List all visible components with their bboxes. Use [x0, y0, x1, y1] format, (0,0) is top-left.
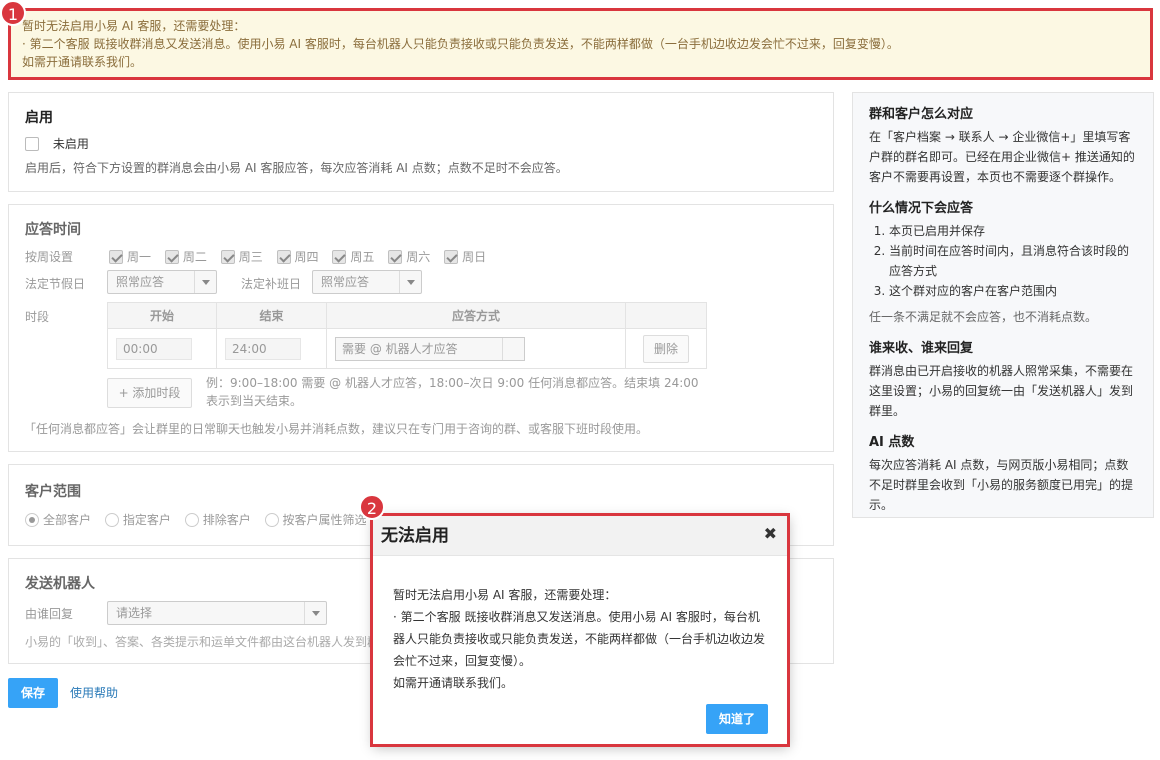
modal-line2: · 第二个客服 既接收群消息又发送消息。使用小易 AI 客服时，每台机器人只能负… — [393, 610, 766, 668]
day-mon[interactable]: 周一 — [109, 250, 151, 264]
day-thu[interactable]: 周四 — [276, 250, 319, 264]
robot-select-value: 请选择 — [116, 606, 153, 620]
radio-exclude[interactable]: 排除客户 — [184, 513, 251, 527]
alert-line3: 如需开通请联系我们。 — [22, 55, 143, 69]
day-tue[interactable]: 周二 — [164, 250, 207, 264]
workday-select[interactable]: 照常应答 — [312, 270, 422, 294]
robot-title: 发送机器人 — [25, 576, 95, 592]
end-time-input[interactable]: 24:00 — [225, 337, 301, 360]
checkbox-icon[interactable] — [25, 137, 39, 151]
help-text-2: 任一条不满足就不会应答，也不消耗点数。 — [869, 310, 1098, 324]
radio-specified[interactable]: 指定客户 — [104, 513, 171, 527]
table-header-row: 开始 结束 应答方式 — [107, 302, 707, 329]
radio-selected-icon[interactable] — [25, 513, 39, 527]
marker-1: 1 — [0, 0, 26, 26]
period-table: 开始 结束 应答方式 00:00 24:00 需要 @ 机器人才应答 删除 — [107, 302, 707, 369]
workday-label: 法定补班日 — [241, 277, 302, 291]
help-text-1: 在「客户档案 → 联系人 → 企业微信+」里填写客户群的群名即可。已经在用企业微… — [869, 130, 1135, 184]
list-item: 当前时间在应答时间内，且消息符合该时段的应答方式 — [889, 241, 1137, 281]
workday-select-value: 照常应答 — [321, 275, 370, 289]
help-text-4: 每次应答消耗 AI 点数，与网页版小易相同；点数不足时群里会收到「小易的服务额度… — [869, 458, 1134, 512]
help-panel: 群和客户怎么对应 在「客户档案 → 联系人 → 企业微信+」里填写客户群的群名即… — [852, 92, 1154, 518]
add-period-button[interactable]: + 添加时段 — [107, 378, 192, 408]
checkbox-checked-icon[interactable] — [332, 250, 347, 264]
holiday-select[interactable]: 照常应答 — [107, 270, 217, 294]
alert-line2: · 第二个客服 既接收群消息又发送消息。使用小易 AI 客服时，每台机器人只能负… — [22, 37, 899, 51]
close-icon[interactable]: ✖ — [764, 524, 777, 543]
holiday-label: 法定节假日 — [25, 277, 86, 291]
radio-icon[interactable] — [264, 513, 279, 527]
chevron-down-icon — [194, 271, 216, 293]
radio-icon[interactable] — [184, 513, 199, 527]
chevron-down-icon — [399, 271, 421, 293]
scope-radios: 全部客户 指定客户 排除客户 按客户属性筛选 — [25, 511, 367, 528]
table-row: 00:00 24:00 需要 @ 机器人才应答 删除 — [107, 328, 707, 369]
robot-label: 由谁回复 — [25, 607, 74, 621]
alert-line1: 暂时无法启用小易 AI 客服，还需要处理： — [22, 19, 246, 33]
day-sat[interactable]: 周六 — [388, 250, 430, 264]
help-list: 本页已启用并保存 当前时间在应答时间内，且消息符合该时段的应答方式 这个群对应的… — [889, 221, 1137, 301]
help-heading-2: 什么情况下会应答 — [869, 201, 974, 216]
help-heading-1: 群和客户怎么对应 — [869, 107, 974, 122]
delete-button[interactable]: 删除 — [642, 334, 689, 363]
list-item: 这个群对应的客户在客户范围内 — [889, 281, 1137, 301]
mode-select[interactable]: 需要 @ 机器人才应答 — [335, 336, 525, 361]
col-action — [625, 302, 707, 329]
weekday-label: 按周设置 — [25, 250, 74, 264]
mode-select-value: 需要 @ 机器人才应答 — [342, 341, 458, 356]
period-label: 时段 — [25, 310, 50, 324]
chevron-down-icon — [304, 602, 326, 624]
modal-title: 无法启用 — [381, 526, 449, 546]
day-fri[interactable]: 周五 — [332, 250, 374, 264]
warning-alert: 暂时无法启用小易 AI 客服，还需要处理： · 第二个客服 既接收群消息又发送消… — [10, 10, 1151, 78]
enable-title: 启用 — [25, 110, 53, 126]
radio-icon[interactable] — [104, 513, 119, 527]
modal-line1: 暂时无法启用小易 AI 客服，还需要处理： — [393, 588, 617, 602]
robot-desc: 小易的「收到」、答案、各类提示和运单文件都由这台机器人发到群里。 — [25, 635, 404, 649]
col-mode: 应答方式 — [326, 302, 626, 329]
radio-attr[interactable]: 按客户属性筛选 — [264, 513, 367, 527]
checkbox-checked-icon[interactable] — [388, 250, 403, 264]
save-button[interactable]: 保存 — [8, 678, 58, 708]
robot-select[interactable]: 请选择 — [107, 601, 327, 625]
checkbox-checked-icon[interactable] — [109, 250, 123, 264]
period-example: 例：9:00–18:00 需要 @ 机器人才应答，18:00–次日 9:00 任… — [206, 376, 699, 408]
help-link[interactable]: 使用帮助 — [70, 684, 118, 701]
scope-title: 客户范围 — [25, 484, 81, 500]
modal-line3: 如需开通请联系我们。 — [393, 676, 514, 690]
ok-button[interactable]: 知道了 — [706, 704, 768, 734]
start-time-input[interactable]: 00:00 — [116, 337, 192, 360]
schedule-title: 应答时间 — [25, 222, 81, 238]
checkbox-checked-icon[interactable] — [220, 250, 235, 264]
error-modal: 无法启用 ✖ 暂时无法启用小易 AI 客服，还需要处理： · 第二个客服 既接收… — [373, 516, 789, 746]
day-wed[interactable]: 周三 — [220, 250, 263, 264]
holiday-select-value: 照常应答 — [116, 275, 165, 289]
enable-card: 启用 未启用 启用后，符合下方设置的群消息会由小易 AI 客服应答，每次应答消耗… — [8, 92, 834, 192]
chevron-down-icon — [502, 337, 524, 360]
help-heading-4: AI 点数 — [869, 435, 915, 450]
help-text-3: 群消息由已开启接收的机器人照常采集，不需要在这里设置；小易的回复统一由「发送机器… — [869, 364, 1134, 418]
checkbox-checked-icon[interactable] — [444, 250, 459, 264]
checkbox-checked-icon[interactable] — [164, 250, 179, 264]
schedule-note: 「任何消息都应答」会让群里的日常聊天也触发小易并消耗点数，建议只在专门用于咨询的… — [24, 422, 649, 436]
enable-checkbox-label: 未启用 — [52, 137, 89, 151]
day-sun[interactable]: 周日 — [444, 250, 486, 264]
help-heading-3: 谁来收、谁来回复 — [869, 341, 974, 356]
col-end: 结束 — [216, 302, 327, 329]
list-item: 本页已启用并保存 — [889, 221, 1137, 241]
marker-2: 2 — [359, 494, 385, 520]
modal-header: 无法启用 ✖ — [373, 516, 789, 556]
enable-desc: 启用后，符合下方设置的群消息会由小易 AI 客服应答，每次应答消耗 AI 点数；… — [25, 161, 568, 175]
weekday-checkboxes: 周一 周二 周三 周四 周五 周六 周日 — [109, 248, 486, 265]
modal-body: 暂时无法启用小易 AI 客服，还需要处理： · 第二个客服 既接收群消息又发送消… — [373, 556, 789, 694]
radio-all[interactable]: 全部客户 — [25, 513, 91, 527]
enable-checkbox[interactable]: 未启用 — [25, 135, 89, 152]
checkbox-checked-icon[interactable] — [276, 250, 291, 264]
col-start: 开始 — [107, 302, 217, 329]
